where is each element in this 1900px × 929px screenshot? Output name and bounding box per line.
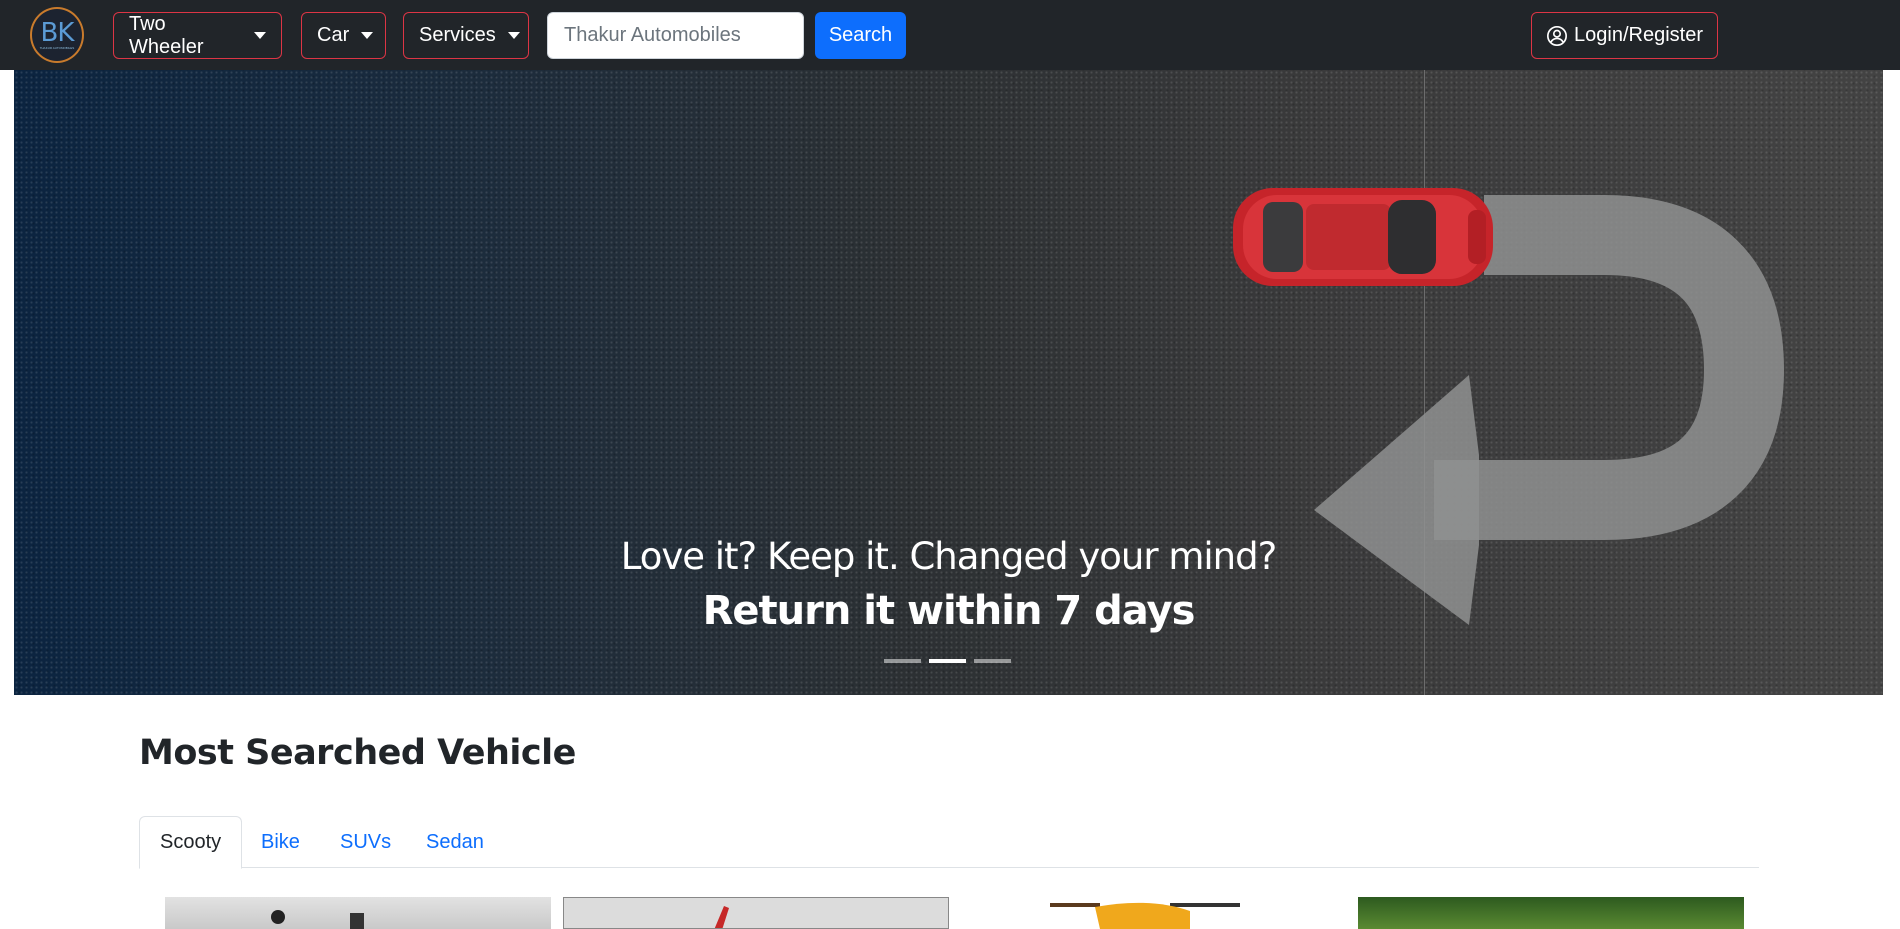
vehicle-card-image[interactable] [165,897,551,929]
tab-scooty[interactable]: Scooty [139,816,243,869]
carousel-indicators [884,659,1011,663]
hero-caption-line1: Love it? Keep it. Changed your mind? [620,535,1277,578]
caret-down-icon [361,32,374,39]
services-label: Services [419,24,496,46]
carousel-indicator-3[interactable] [974,659,1011,663]
car-label: Car [317,24,350,46]
login-register-button[interactable]: Login/Register [1531,12,1718,59]
caret-down-icon [254,32,266,39]
two-wheeler-label: Two Wheeler [129,12,204,58]
services-dropdown[interactable]: Services [403,12,529,59]
section-title: Most Searched Vehicle [139,733,576,773]
tab-sedan[interactable]: Sedan [406,816,504,868]
tab-bike[interactable]: Bike [241,816,320,868]
hero-carousel[interactable]: Love it? Keep it. Changed your mind? Ret… [14,70,1883,695]
logo-text: BK [40,18,75,48]
vehicle-tabs: Scooty Bike SUVs Sedan [139,816,1759,869]
red-car-image [1233,188,1493,286]
vehicle-card-image[interactable] [1358,897,1744,929]
vehicle-card-image[interactable] [563,897,949,929]
car-dropdown[interactable]: Car [301,12,386,59]
scooty-image [714,906,729,928]
carousel-indicator-2[interactable] [929,659,966,663]
scooty-image [1050,902,1240,929]
scooty-image [271,910,364,929]
logo-subtext: THAKUR AUTOMOBILES [39,46,75,50]
tab-suvs[interactable]: SUVs [320,816,411,868]
login-register-label: Login/Register [1574,24,1703,46]
two-wheeler-dropdown[interactable]: Two Wheeler [113,12,282,59]
search-input[interactable] [547,12,804,59]
hero-caption-line2: Return it within 7 days [702,588,1196,634]
user-circle-icon [1547,25,1568,46]
search-button[interactable]: Search [815,12,906,59]
navbar: BK THAKUR AUTOMOBILES Two Wheeler Car Se… [0,0,1900,70]
vehicle-card-image[interactable] [1030,897,1280,929]
brand-logo[interactable]: BK THAKUR AUTOMOBILES [30,7,84,63]
carousel-indicator-1[interactable] [884,659,921,663]
caret-down-icon [507,32,520,39]
